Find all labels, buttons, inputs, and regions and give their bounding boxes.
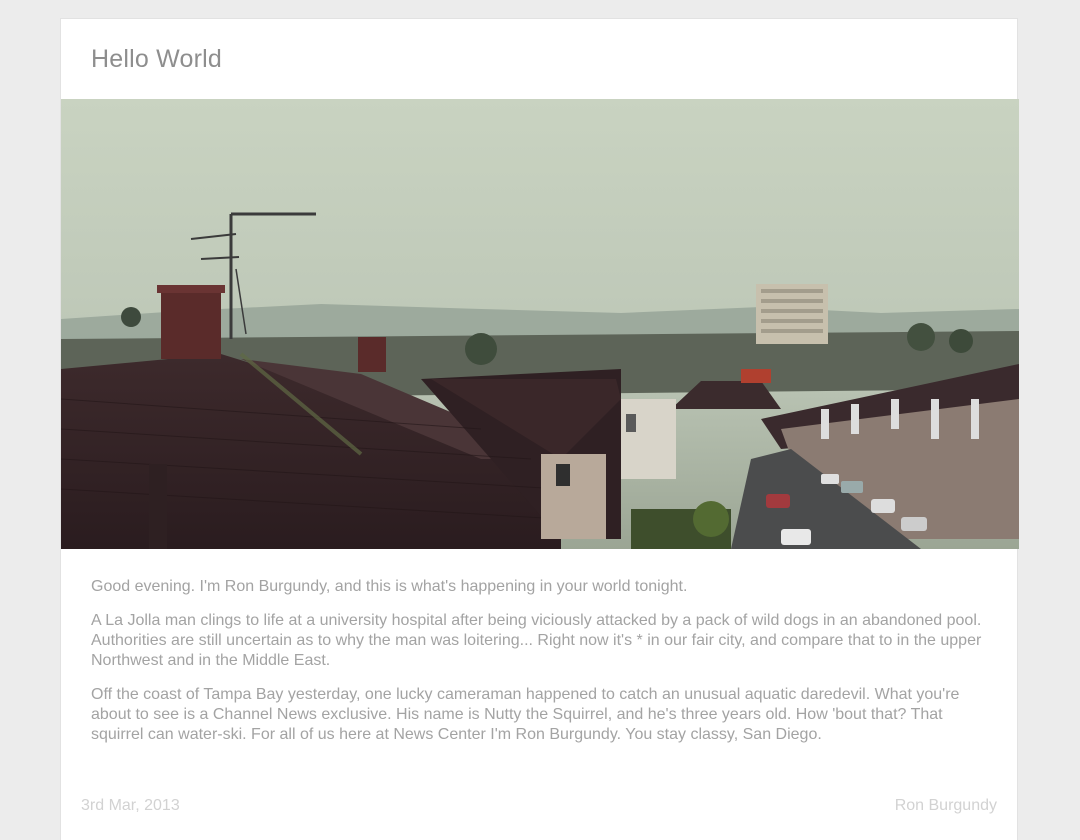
post-title: Hello World [91,45,222,73]
post-paragraph: Off the coast of Tampa Bay yesterday, on… [91,686,960,743]
post-author: Ron Burgundy [894,797,997,814]
post-card: Hello World Good evening. I'm Ron Burgun… [60,18,1019,840]
post-paragraph: A La Jolla man clings to life at a unive… [91,612,982,669]
post-paragraph: Good evening. I'm Ron Burgundy, and this… [91,578,688,595]
post-body: Good evening. I'm Ron Burgundy, and this… [91,577,991,759]
post-hero-image [61,99,1019,549]
post-date: 3rd Mar, 2013 [81,797,180,814]
